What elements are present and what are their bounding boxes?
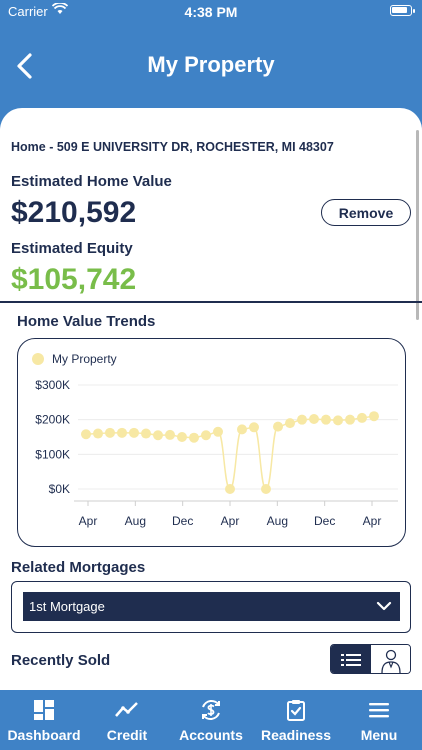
data-point: [369, 411, 379, 422]
data-point: [93, 428, 103, 439]
data-point: [297, 414, 307, 425]
series-line: [85, 415, 375, 490]
data-point: [177, 432, 187, 442]
mortgage-dropdown-value: 1st Mortgage: [29, 599, 105, 614]
data-point: [165, 429, 175, 440]
data-point: [345, 414, 355, 425]
scroll-indicator: [416, 130, 419, 320]
data-point: [213, 426, 223, 437]
data-point: [237, 424, 247, 435]
chart-canvas: My Property $300K $200K $100K $0K Apr Aug Dec Ap…: [32, 352, 398, 528]
remove-button[interactable]: Remove: [321, 199, 411, 226]
agent-view-button[interactable]: [371, 645, 410, 673]
hamburger-menu-icon: [369, 703, 389, 718]
mortgage-dropdown[interactable]: 1st Mortgage: [23, 592, 400, 621]
data-point: [81, 429, 91, 440]
related-mortgages-title: Related Mortgages: [11, 559, 146, 576]
tab-accounts-label: Accounts: [179, 727, 243, 743]
legend-label: My Property: [52, 352, 117, 366]
page-title: My Property: [147, 52, 275, 77]
tab-bar: Dashboard Credit Accounts Readiness Menu: [0, 690, 422, 750]
legend-marker: [32, 353, 44, 365]
data-point: [285, 418, 295, 429]
data-point: [357, 412, 367, 423]
tab-readiness[interactable]: Readiness: [256, 690, 336, 750]
x-tick-label: Apr: [221, 514, 240, 528]
section-divider: [0, 301, 422, 303]
content-sheet[interactable]: Home - 509 E UNIVERSITY DR, ROCHESTER, M…: [0, 108, 422, 690]
data-point: [117, 427, 127, 438]
navigation-bar: My Property: [0, 36, 422, 96]
y-tick-label: $100K: [35, 447, 70, 461]
tab-credit-label: Credit: [106, 727, 148, 743]
list-view-button[interactable]: [331, 645, 371, 673]
credit-trend-icon: [115, 702, 138, 717]
y-tick-label: $200K: [35, 413, 70, 427]
estimated-equity-label: Estimated Equity: [11, 240, 133, 257]
data-point: [309, 413, 319, 424]
x-tick-label: Aug: [267, 514, 288, 528]
data-point: [141, 428, 151, 439]
list-icon: [341, 654, 361, 666]
recently-sold-title: Recently Sold: [11, 652, 111, 669]
property-address: Home - 509 E UNIVERSITY DR, ROCHESTER, M…: [11, 140, 334, 154]
estimated-home-value-label: Estimated Home Value: [11, 173, 172, 190]
y-tick-label: $0K: [49, 482, 70, 496]
dashboard-icon: [34, 700, 54, 720]
battery-icon: [390, 5, 415, 16]
data-point: [201, 430, 211, 441]
estimated-equity-value: $105,742: [11, 263, 137, 296]
data-point: [153, 430, 163, 441]
view-toggle: [330, 644, 411, 674]
data-point: [249, 422, 259, 433]
accounts-dollar-icon: [202, 700, 220, 720]
y-tick-label: $300K: [35, 378, 70, 392]
estimated-home-value: $210,592: [11, 196, 137, 229]
tab-readiness-label: Readiness: [260, 727, 332, 743]
home-value-trends-title: Home Value Trends: [17, 313, 156, 330]
x-tick-label: Apr: [79, 514, 98, 528]
data-point: [321, 414, 331, 425]
chevron-down-icon: [376, 601, 392, 611]
x-tick-label: Dec: [314, 514, 335, 528]
tab-dashboard[interactable]: Dashboard: [0, 690, 88, 750]
data-point: [261, 484, 271, 494]
x-tick-label: Aug: [125, 514, 146, 528]
tab-accounts[interactable]: Accounts: [166, 690, 256, 750]
mortgage-selector-container: 1st Mortgage: [11, 581, 411, 633]
tab-menu-label: Menu: [360, 727, 398, 743]
home-value-chart: My Property $300K $200K $100K $0K Apr Aug Dec Ap…: [17, 338, 406, 547]
tab-dashboard-label: Dashboard: [7, 727, 81, 743]
data-point: [273, 421, 283, 432]
tab-menu[interactable]: Menu: [336, 690, 422, 750]
data-point: [105, 427, 115, 438]
data-point: [225, 484, 235, 494]
tab-credit[interactable]: Credit: [88, 690, 166, 750]
data-point: [189, 432, 199, 443]
data-point: [333, 415, 343, 426]
x-tick-label: Dec: [172, 514, 193, 528]
readiness-clipboard-icon: [287, 700, 305, 721]
status-bar: Carrier 4:38 PM: [0, 0, 422, 24]
person-icon: [381, 649, 401, 673]
data-point: [129, 427, 139, 438]
clock: 4:38 PM: [184, 4, 238, 20]
x-tick-label: Apr: [363, 514, 382, 528]
